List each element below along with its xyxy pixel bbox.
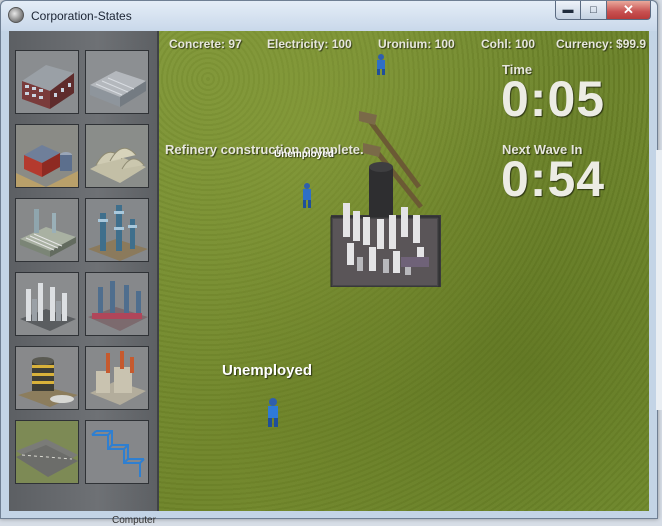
smelter-icon: [86, 347, 148, 409]
next-wave-value: 0:54: [501, 151, 606, 207]
apartment-building-icon: [16, 51, 78, 113]
worker-status-label-large: Unemployed: [222, 362, 313, 379]
cohl-counter: Cohl: 100: [481, 37, 536, 51]
window-title: Corporation-States: [31, 9, 132, 23]
app-icon: [8, 7, 24, 23]
close-icon: ✕: [623, 2, 634, 17]
maximize-icon: □: [590, 4, 597, 16]
minimize-button[interactable]: ▬: [555, 1, 581, 20]
maximize-button[interactable]: □: [581, 1, 607, 20]
uronium-counter: Uronium: 100: [378, 37, 455, 51]
scaffold-icon: [86, 421, 148, 483]
refinery-structure[interactable]: [329, 107, 449, 292]
office-block-icon: [86, 51, 148, 113]
title-bar[interactable]: Corporation-States ▬ □ ✕: [1, 1, 657, 31]
build-sidebar: [9, 31, 159, 511]
build-apartment-tower[interactable]: [15, 50, 79, 114]
caption-buttons: ▬ □ ✕: [555, 1, 651, 21]
worker-unit[interactable]: [300, 182, 314, 213]
worker-status-label: Unemployed: [274, 149, 335, 160]
tower-array-icon: [86, 199, 148, 261]
worker-figure-icon: [377, 54, 385, 75]
build-tower-array[interactable]: [85, 198, 149, 262]
build-farm-barn[interactable]: [15, 124, 79, 188]
time-value: 0:05: [501, 71, 606, 127]
storage-tank-icon: [16, 347, 78, 409]
game-viewport[interactable]: Concrete: 97 Electricity: 100 Uronium: 1…: [9, 31, 649, 511]
worker-figure-icon: [303, 183, 311, 208]
worker-unit[interactable]: [374, 53, 388, 80]
refinery-icon: [16, 273, 78, 335]
game-window: Corporation-States ▬ □ ✕ Concrete: 97 El…: [0, 0, 658, 519]
currency-counter: Currency: $99.9: [556, 37, 647, 51]
worker-unit-selected[interactable]: [264, 397, 282, 432]
worker-figure-icon: [268, 398, 278, 427]
build-refinery[interactable]: [15, 272, 79, 336]
road-icon: [16, 421, 78, 483]
background-window-edge: [656, 150, 662, 410]
build-power-plant[interactable]: [15, 198, 79, 262]
build-road[interactable]: [15, 420, 79, 484]
build-factory[interactable]: [85, 272, 149, 336]
building-palette: [15, 50, 149, 484]
refinery-model: [330, 111, 441, 288]
minimize-icon: ▬: [562, 4, 574, 16]
build-concrete-plant[interactable]: [85, 124, 149, 188]
power-plant-icon: [16, 199, 78, 261]
build-storage-tank[interactable]: [15, 346, 79, 410]
concrete-counter: Concrete: 97: [169, 37, 242, 51]
concrete-plant-icon: [86, 125, 148, 187]
electricity-counter: Electricity: 100: [267, 37, 352, 51]
close-button[interactable]: ✕: [607, 1, 651, 20]
factory-icon: [86, 273, 148, 335]
barn-icon: [16, 125, 78, 187]
build-smelter[interactable]: [85, 346, 149, 410]
build-scaffold[interactable]: [85, 420, 149, 484]
build-office-block[interactable]: [85, 50, 149, 114]
background-taskbar-text: Computer: [112, 515, 156, 526]
